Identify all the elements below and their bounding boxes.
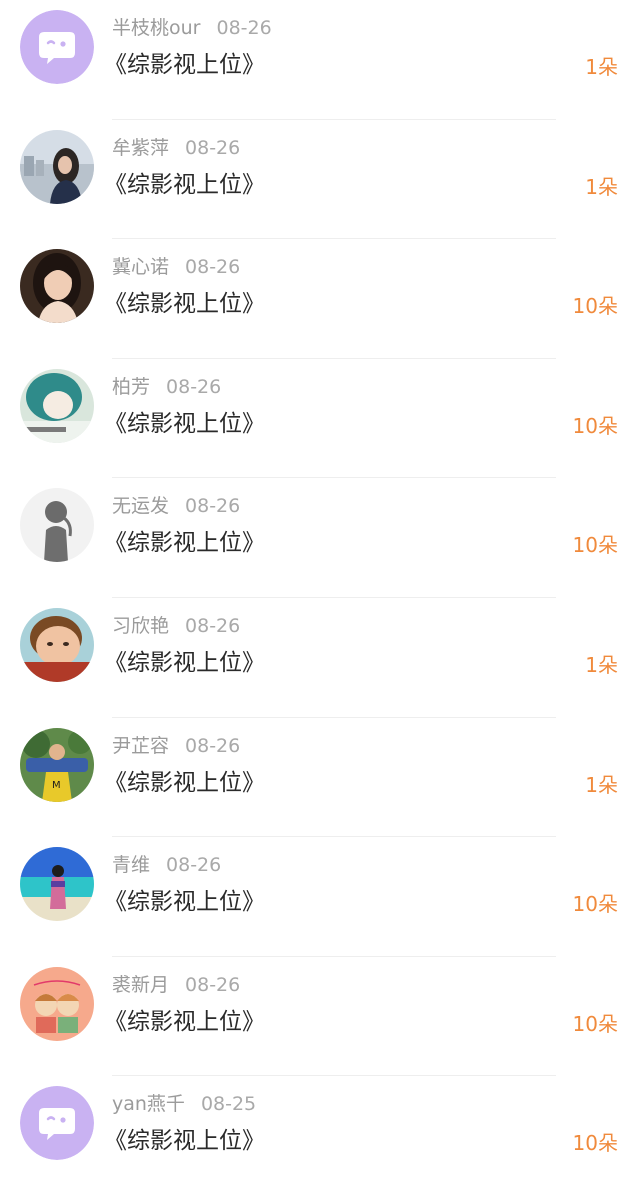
gift-count: 1朵 bbox=[585, 55, 618, 79]
date: 08-26 bbox=[185, 256, 241, 279]
date: 08-26 bbox=[185, 495, 241, 518]
book-title[interactable]: 《综影视上位》 bbox=[104, 48, 265, 82]
username[interactable]: 无运发 bbox=[112, 495, 169, 517]
list-item[interactable]: 无运发 08-26 《综影视上位》 10朵 bbox=[0, 478, 640, 598]
list-item[interactable]: 裘新月 08-26 《综影视上位》 10朵 bbox=[0, 957, 640, 1077]
date: 08-25 bbox=[200, 1093, 257, 1116]
avatar[interactable] bbox=[20, 607, 94, 682]
photo-anime-girl-icon bbox=[20, 368, 94, 443]
book-title[interactable]: 《综影视上位》 bbox=[104, 646, 265, 680]
photo-child-icon bbox=[20, 607, 94, 682]
gift-count: 10朵 bbox=[572, 294, 618, 319]
book-title[interactable]: 《综影视上位》 bbox=[104, 526, 265, 560]
book-title[interactable]: 《综影视上位》 bbox=[104, 1124, 265, 1158]
gift-count: 10朵 bbox=[572, 1011, 618, 1036]
meta: 青维 08-26 bbox=[112, 851, 221, 879]
username[interactable]: 裘新月 bbox=[112, 974, 169, 996]
meta: 无运发 08-26 bbox=[112, 492, 240, 520]
avatar[interactable] bbox=[20, 249, 94, 324]
username[interactable]: 青维 bbox=[112, 854, 150, 876]
photo-portrait-icon bbox=[20, 249, 94, 324]
avatar[interactable] bbox=[20, 129, 94, 204]
avatar[interactable] bbox=[20, 966, 94, 1041]
avatar[interactable] bbox=[20, 488, 94, 563]
book-title[interactable]: 《综影视上位》 bbox=[104, 766, 265, 800]
book-title[interactable]: 《综影视上位》 bbox=[104, 407, 265, 441]
list-item[interactable]: 习欣艳 08-26 《综影视上位》 1朵 bbox=[0, 598, 640, 718]
book-title[interactable]: 《综影视上位》 bbox=[104, 287, 265, 321]
gift-count: 1朵 bbox=[585, 652, 618, 677]
meta: 习欣艳 08-26 bbox=[112, 612, 240, 640]
photo-beach-icon bbox=[20, 847, 94, 922]
date: 08-26 bbox=[166, 375, 222, 398]
meta: 半枝桃our 08-26 bbox=[112, 14, 272, 42]
book-title[interactable]: 《综影视上位》 bbox=[104, 1005, 265, 1039]
gift-count: 10朵 bbox=[572, 892, 618, 917]
gift-count: 1朵 bbox=[585, 174, 618, 199]
book-title[interactable]: 《综影视上位》 bbox=[104, 885, 265, 919]
list-item[interactable]: 半枝桃our 08-26 《综影视上位》 1朵 bbox=[0, 0, 640, 120]
default-chat-icon bbox=[20, 10, 94, 84]
list-item[interactable]: 冀心诺 08-26 《综影视上位》 10朵 bbox=[0, 239, 640, 359]
meta: yan燕千 08-25 bbox=[112, 1090, 256, 1118]
username[interactable]: 牟紫萍 bbox=[112, 137, 169, 159]
list-item[interactable]: yan燕千 08-25 《综影视上位》 10朵 bbox=[0, 1076, 640, 1196]
gift-count: 10朵 bbox=[572, 413, 618, 438]
avatar[interactable] bbox=[20, 368, 94, 443]
username[interactable]: 尹芷容 bbox=[112, 735, 169, 757]
photo-person-outdoor-icon: M bbox=[20, 727, 94, 802]
username[interactable]: 半枝桃our bbox=[112, 17, 200, 39]
gift-count: 10朵 bbox=[572, 533, 618, 558]
list-item[interactable]: 牟紫萍 08-26 《综影视上位》 1朵 bbox=[0, 120, 640, 240]
date: 08-26 bbox=[185, 614, 241, 637]
avatar[interactable] bbox=[20, 1086, 94, 1161]
username[interactable]: 冀心诺 bbox=[112, 256, 169, 278]
photo-silhouette-icon bbox=[20, 488, 94, 563]
reward-list: 半枝桃our 08-26 《综影视上位》 1朵 牟紫萍 08-26 《综影视上位》 … bbox=[0, 0, 640, 1172]
meta: 柏芳 08-26 bbox=[112, 373, 221, 401]
date: 08-26 bbox=[185, 136, 241, 159]
list-item[interactable]: M 尹芷容 08-26 《综影视上位》 1朵 bbox=[0, 718, 640, 838]
meta: 冀心诺 08-26 bbox=[112, 253, 240, 281]
username[interactable]: 习欣艳 bbox=[112, 615, 169, 637]
avatar[interactable] bbox=[20, 847, 94, 922]
book-title[interactable]: 《综影视上位》 bbox=[104, 168, 265, 202]
username[interactable]: 柏芳 bbox=[112, 376, 150, 398]
illustration-cartoon-icon bbox=[20, 966, 94, 1041]
date: 08-26 bbox=[185, 973, 241, 996]
list-item[interactable]: 柏芳 08-26 《综影视上位》 10朵 bbox=[0, 359, 640, 479]
default-chat-icon bbox=[20, 1086, 94, 1161]
avatar[interactable] bbox=[20, 10, 94, 84]
gift-count: 10朵 bbox=[572, 1131, 618, 1156]
date: 08-26 bbox=[185, 734, 241, 757]
avatar[interactable]: M bbox=[20, 727, 94, 802]
svg-text:M: M bbox=[52, 780, 61, 791]
gift-count: 1朵 bbox=[585, 772, 618, 797]
username[interactable]: yan燕千 bbox=[112, 1093, 185, 1115]
date: 08-26 bbox=[216, 17, 272, 39]
meta: 尹芷容 08-26 bbox=[112, 732, 240, 760]
meta: 牟紫萍 08-26 bbox=[112, 134, 240, 162]
list-item[interactable]: 青维 08-26 《综影视上位》 10朵 bbox=[0, 837, 640, 957]
meta: 裘新月 08-26 bbox=[112, 971, 240, 999]
date: 08-26 bbox=[166, 854, 222, 877]
photo-woman-icon bbox=[20, 129, 94, 204]
